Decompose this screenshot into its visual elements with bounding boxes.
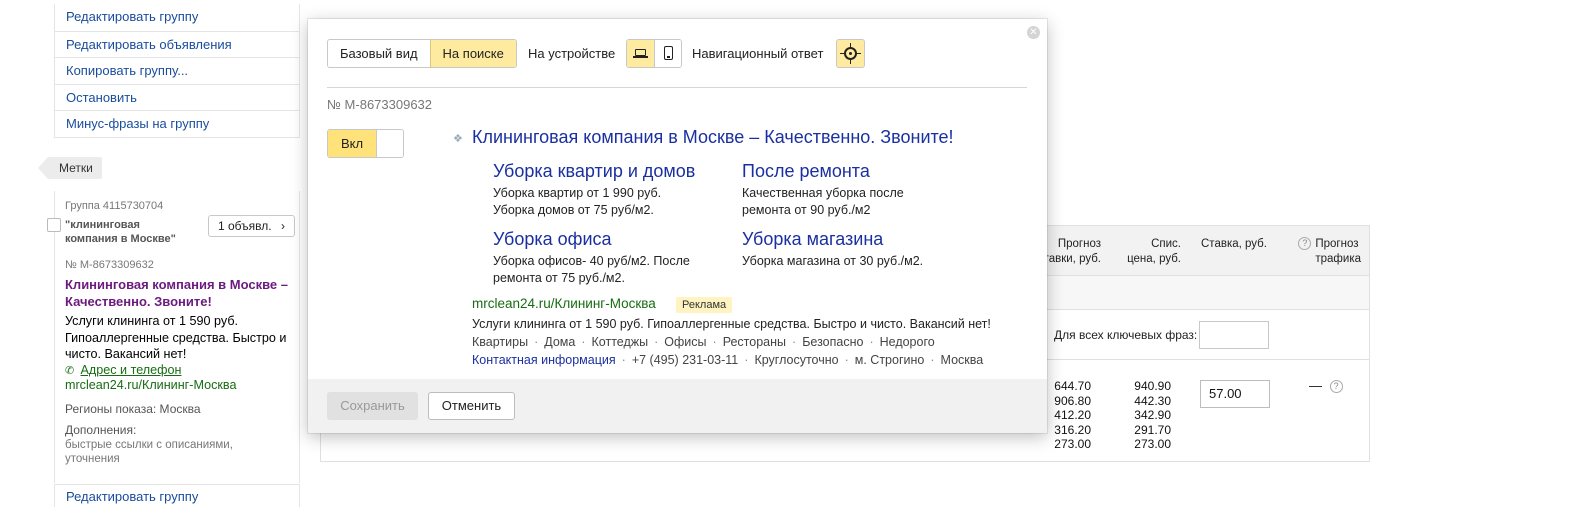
tab-basic-view[interactable]: Базовый вид bbox=[328, 40, 430, 67]
laptop-icon bbox=[635, 49, 646, 56]
ad-contact-link[interactable]: ✆ Адрес и телефон bbox=[65, 363, 181, 377]
ads-count-button[interactable]: 1 объявл. › bbox=[208, 215, 295, 237]
help-icon[interactable]: ? bbox=[1298, 237, 1312, 250]
save-button[interactable]: Сохранить bbox=[327, 392, 418, 420]
device-mobile-button[interactable] bbox=[654, 40, 681, 67]
ads-count-label: 1 объявл. bbox=[218, 219, 272, 233]
menu-stop[interactable]: Остановить bbox=[55, 83, 299, 111]
ad-contact-label: Адрес и телефон bbox=[80, 363, 182, 377]
price-cell: 273.00 bbox=[1134, 437, 1171, 451]
mobile-icon-dot bbox=[667, 56, 670, 58]
close-icon[interactable]: ✕ bbox=[1027, 26, 1040, 39]
bid-input[interactable]: 57.00 bbox=[1200, 380, 1270, 408]
toggle-on-label: Вкл bbox=[328, 130, 376, 157]
forecast-cell: 273.00 bbox=[1054, 437, 1091, 451]
sitelink: Уборка квартир и домов Уборка квартир от… bbox=[493, 160, 723, 218]
all-keywords-bid-input[interactable] bbox=[1199, 321, 1269, 349]
laptop-base bbox=[633, 56, 648, 58]
callout: Дома bbox=[544, 335, 576, 349]
contact-hours: Круглосуточно bbox=[754, 353, 839, 367]
view-tabs: Базовый вид На поиске bbox=[327, 39, 517, 68]
col-bid: Ставка, руб. bbox=[1201, 238, 1267, 250]
device-label: На устройстве bbox=[528, 46, 616, 61]
nav-answer-label: Навигационный ответ bbox=[692, 46, 824, 61]
callout: Рестораны bbox=[722, 335, 787, 349]
sitelink-desc: Уборка магазина от 30 руб./м2. bbox=[742, 254, 924, 268]
group-number: Группа 4115730704 bbox=[65, 200, 164, 212]
ad-display-url: mrclean24.ru/Клининг-Москва bbox=[65, 378, 237, 392]
group-actions-menu: Редактировать группу Редактировать объяв… bbox=[54, 4, 300, 138]
callout: Офисы bbox=[664, 335, 707, 349]
sitelink: Уборка офиса Уборка офисов- 40 руб/м2. П… bbox=[493, 228, 723, 286]
sitelink-title[interactable]: После ремонта bbox=[742, 160, 972, 182]
sitelink-title[interactable]: Уборка магазина bbox=[742, 228, 972, 250]
price-cell: 442.30 bbox=[1134, 393, 1171, 408]
device-switcher bbox=[626, 39, 682, 68]
contact-info-link[interactable]: Контактная информация bbox=[472, 353, 616, 367]
group-card: Группа 4115730704 "клининговая компания … bbox=[47, 191, 300, 483]
menu-copy-group[interactable]: Копировать группу... bbox=[55, 57, 299, 84]
preview-text: Услуги клининга от 1 590 руб. Гипоаллерг… bbox=[472, 317, 991, 331]
menu-edit-ads[interactable]: Редактировать объявления bbox=[55, 30, 299, 58]
group-name: "клининговая компания в Москве" bbox=[65, 219, 176, 245]
ad-badge: Реклама bbox=[676, 297, 733, 313]
ad-enable-toggle[interactable]: Вкл bbox=[327, 129, 404, 158]
tab-search-view[interactable]: На поиске bbox=[429, 40, 516, 67]
modal-footer: Сохранить Отменить bbox=[308, 379, 1047, 433]
group-checkbox[interactable] bbox=[47, 218, 61, 232]
col-list-price: Спис. цена, руб. bbox=[1127, 238, 1181, 265]
contact-phone: +7 (495) 231-03-11 bbox=[631, 353, 739, 367]
all-keywords-label: Для всех ключевых фраз: bbox=[1054, 328, 1198, 342]
bottom-edit-group-link[interactable]: Редактировать группу bbox=[54, 484, 300, 507]
nav-answer-button[interactable] bbox=[836, 39, 865, 68]
sitelink-desc: Уборка квартир от 1 990 руб. Уборка домо… bbox=[493, 186, 662, 217]
favicon-icon: ❖ bbox=[453, 133, 463, 145]
sitelink-title[interactable]: Уборка квартир и домов bbox=[493, 160, 723, 182]
price-column: 940.90 442.30 342.90 291.70 273.00 bbox=[1101, 379, 1171, 452]
ad-regions: Регионы показа: Москва bbox=[65, 402, 201, 416]
help-icon[interactable]: ? bbox=[1329, 380, 1343, 393]
sitelink: Уборка магазина Уборка магазина от 30 ру… bbox=[742, 228, 972, 270]
chevron-right-icon: › bbox=[281, 219, 285, 233]
ad-text: Услуги клининга от 1 590 руб. Гипоаллерг… bbox=[65, 314, 287, 361]
traffic-cell: — ? bbox=[1309, 378, 1347, 393]
preview-url[interactable]: mrclean24.ru/Клининг-Москва bbox=[472, 296, 656, 311]
modal-divider bbox=[327, 87, 1027, 88]
preview-title[interactable]: Клининговая компания в Москве – Качестве… bbox=[472, 127, 954, 148]
toggle-knob bbox=[376, 130, 403, 157]
col-traffic-label: Прогноз трафика bbox=[1315, 238, 1361, 265]
contact-city: Москва bbox=[940, 353, 984, 367]
target-icon-dot bbox=[849, 52, 852, 55]
traffic-value: — bbox=[1309, 378, 1322, 393]
extensions-text: быстрые ссылки с описаниями, уточнения bbox=[65, 439, 233, 465]
col-traffic: ? Прогноз трафика bbox=[1281, 237, 1361, 267]
contacts-line: Контактная информация · +7 (495) 231-03-11… bbox=[472, 353, 984, 367]
ad-preview-modal: ✕ Базовый вид На поиске На устройстве На… bbox=[308, 19, 1047, 433]
sitelink-desc: Качественная уборка после ремонта от 90 … bbox=[742, 186, 904, 217]
device-desktop-button[interactable] bbox=[627, 40, 654, 67]
contact-metro: м. Строгино bbox=[854, 353, 925, 367]
menu-edit-group[interactable]: Редактировать группу bbox=[55, 4, 299, 31]
sitelink-title[interactable]: Уборка офиса bbox=[493, 228, 723, 250]
callouts-line: Квартиры · Дома · Коттеджы · Офисы · Рестораны · Б… bbox=[472, 335, 935, 349]
menu-negative-keywords[interactable]: Минус-фразы на группу bbox=[55, 110, 299, 137]
tags-label: Метки bbox=[48, 157, 102, 179]
callout: Безопасно bbox=[802, 335, 864, 349]
sitelink: После ремонта Качественная уборка после … bbox=[742, 160, 972, 218]
price-cell: 342.90 bbox=[1134, 408, 1171, 422]
callout: Квартиры bbox=[472, 335, 529, 349]
tag-arrow-icon bbox=[38, 157, 48, 179]
ad-number: № M-8673309632 bbox=[65, 259, 154, 271]
extensions-label: Дополнения: bbox=[65, 423, 137, 437]
callout: Недорого bbox=[879, 335, 935, 349]
sitelink-desc: Уборка офисов- 40 руб/м2. После ремонта … bbox=[493, 254, 690, 285]
price-cell: 940.90 bbox=[1134, 379, 1171, 393]
callout: Коттеджы bbox=[591, 335, 649, 349]
price-cell: 291.70 bbox=[1134, 422, 1171, 437]
ad-title[interactable]: Клининговая компания в Москве – Качестве… bbox=[65, 276, 295, 310]
cancel-button[interactable]: Отменить bbox=[428, 392, 515, 420]
modal-ad-number: № M-8673309632 bbox=[327, 97, 433, 112]
phone-icon: ✆ bbox=[65, 365, 75, 377]
